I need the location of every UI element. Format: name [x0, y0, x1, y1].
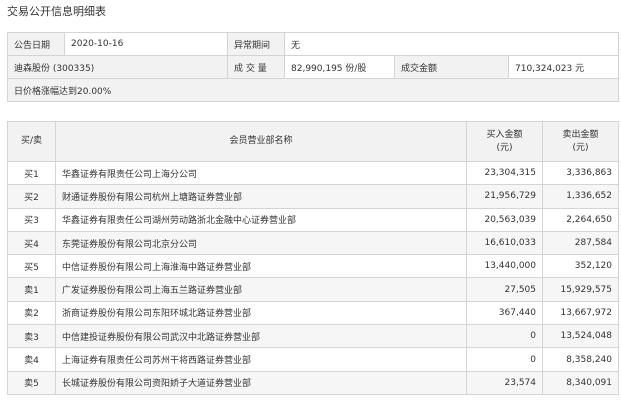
row-buy: 20,563,039: [466, 207, 543, 232]
row-side: 买4: [7, 230, 56, 256]
header-side: 买/卖: [7, 121, 56, 162]
table-row: 卖5 长城证券股份有限公司资阳娇子大道证券营业部 23,574 8,340,09…: [7, 370, 619, 395]
row-dept: 广发证券股份有限公司上海五兰路证券营业部: [55, 277, 467, 302]
table-header-row: 买/卖 会员营业部名称 买入金额 (元) 卖出金额 (元): [7, 121, 619, 162]
row-dept: 财通证券股份有限公司杭州上塘路证券营业部: [55, 184, 467, 209]
row-side: 卖3: [7, 324, 56, 349]
page-title: 交易公开信息明细表: [7, 5, 106, 18]
row-dept: 东莞证券股份有限公司北京分公司: [55, 230, 467, 256]
table-row: 买2 财通证券股份有限公司杭州上塘路证券营业部 21,956,729 1,336…: [7, 184, 619, 209]
info-table: 公告日期 2020-10-16 异常期间 无 迪森股份 (300335) 成 交…: [6, 32, 620, 102]
row-dept: 华鑫证券有限责任公司湖州劳动路浙北金融中心证券营业部: [55, 207, 467, 232]
row-side: 卖2: [7, 300, 56, 326]
row-buy: 13,440,000: [466, 254, 543, 279]
header-buy: 买入金额 (元): [466, 121, 543, 162]
row-sell: 8,340,091: [542, 370, 619, 395]
volume-value: 82,990,195 份/股: [284, 55, 395, 79]
row-side: 买1: [7, 160, 56, 186]
stock-name: 迪森股份 (300335): [7, 55, 228, 79]
row-side: 买5: [7, 254, 56, 279]
announce-date-value: 2020-10-16: [64, 32, 228, 56]
row-sell: 352,120: [542, 254, 619, 279]
row-sell: 2,264,650: [542, 207, 619, 232]
row-buy: 16,610,033: [466, 230, 543, 256]
row-buy: 23,304,315: [466, 160, 543, 186]
trade-detail-table: 买/卖 会员营业部名称 买入金额 (元) 卖出金额 (元) 买1 华鑫证券有限责…: [7, 121, 619, 395]
row-buy: 27,505: [466, 277, 543, 302]
amount-label: 成交金额: [394, 55, 509, 79]
info-row-reason: 日价格涨幅达到20.00%: [6, 78, 620, 102]
row-side: 买2: [7, 184, 56, 209]
row-dept: 中信建投证券股份有限公司武汉中北路证券营业部: [55, 324, 467, 349]
table-row: 卖4 上海证券有限责任公司苏州干将西路证券营业部 0 8,358,240: [7, 347, 619, 372]
row-side: 买3: [7, 207, 56, 232]
row-sell: 13,667,972: [542, 300, 619, 326]
table-row: 买5 中信证券股份有限公司上海淮海中路证券营业部 13,440,000 352,…: [7, 254, 619, 279]
row-dept: 中信证券股份有限公司上海淮海中路证券营业部: [55, 254, 467, 279]
row-side: 卖4: [7, 347, 56, 372]
row-sell: 3,336,863: [542, 160, 619, 186]
info-row-date: 公告日期 2020-10-16 异常期间 无: [7, 32, 620, 56]
table-row: 卖1 广发证券股份有限公司上海五兰路证券营业部 27,505 15,929,57…: [7, 277, 619, 302]
row-dept: 长城证券股份有限公司资阳娇子大道证券营业部: [55, 370, 467, 395]
abnormal-period-value: 无: [283, 32, 620, 56]
header-dept: 会员营业部名称: [55, 121, 467, 162]
row-sell: 8,358,240: [542, 347, 619, 372]
row-side: 卖1: [7, 277, 56, 302]
row-buy: 367,440: [466, 300, 543, 326]
row-buy: 0: [466, 324, 543, 349]
reason-text: 日价格涨幅达到20.00%: [6, 78, 620, 102]
row-sell: 287,584: [542, 230, 619, 256]
table-row: 卖3 中信建投证券股份有限公司武汉中北路证券营业部 0 13,524,048: [7, 324, 619, 349]
table-row: 买3 华鑫证券有限责任公司湖州劳动路浙北金融中心证券营业部 20,563,039…: [7, 207, 619, 232]
header-sell: 卖出金额 (元): [542, 121, 619, 162]
row-sell: 13,524,048: [542, 324, 619, 349]
row-buy: 23,574: [466, 370, 543, 395]
row-side: 卖5: [7, 370, 56, 395]
info-row-stock: 迪森股份 (300335) 成 交 量 82,990,195 份/股 成交金额 …: [7, 55, 620, 79]
row-buy: 21,956,729: [466, 184, 543, 209]
row-dept: 浙商证券股份有限公司东阳环城北路证券营业部: [55, 300, 467, 326]
amount-value: 710,324,023 元: [507, 55, 620, 79]
row-sell: 15,929,575: [542, 277, 619, 302]
row-dept: 华鑫证券有限责任公司上海分公司: [55, 160, 467, 186]
table-row: 买1 华鑫证券有限责任公司上海分公司 23,304,315 3,336,863: [7, 160, 619, 186]
table-row: 买4 东莞证券股份有限公司北京分公司 16,610,033 287,584: [7, 230, 619, 256]
abnormal-period-label: 异常期间: [227, 32, 285, 56]
table-row: 卖2 浙商证券股份有限公司东阳环城北路证券营业部 367,440 13,667,…: [7, 300, 619, 326]
row-dept: 上海证券有限责任公司苏州干将西路证券营业部: [55, 347, 467, 372]
volume-label: 成 交 量: [227, 55, 285, 79]
announce-date-label: 公告日期: [7, 32, 65, 56]
row-buy: 0: [466, 347, 543, 372]
row-sell: 1,336,652: [542, 184, 619, 209]
